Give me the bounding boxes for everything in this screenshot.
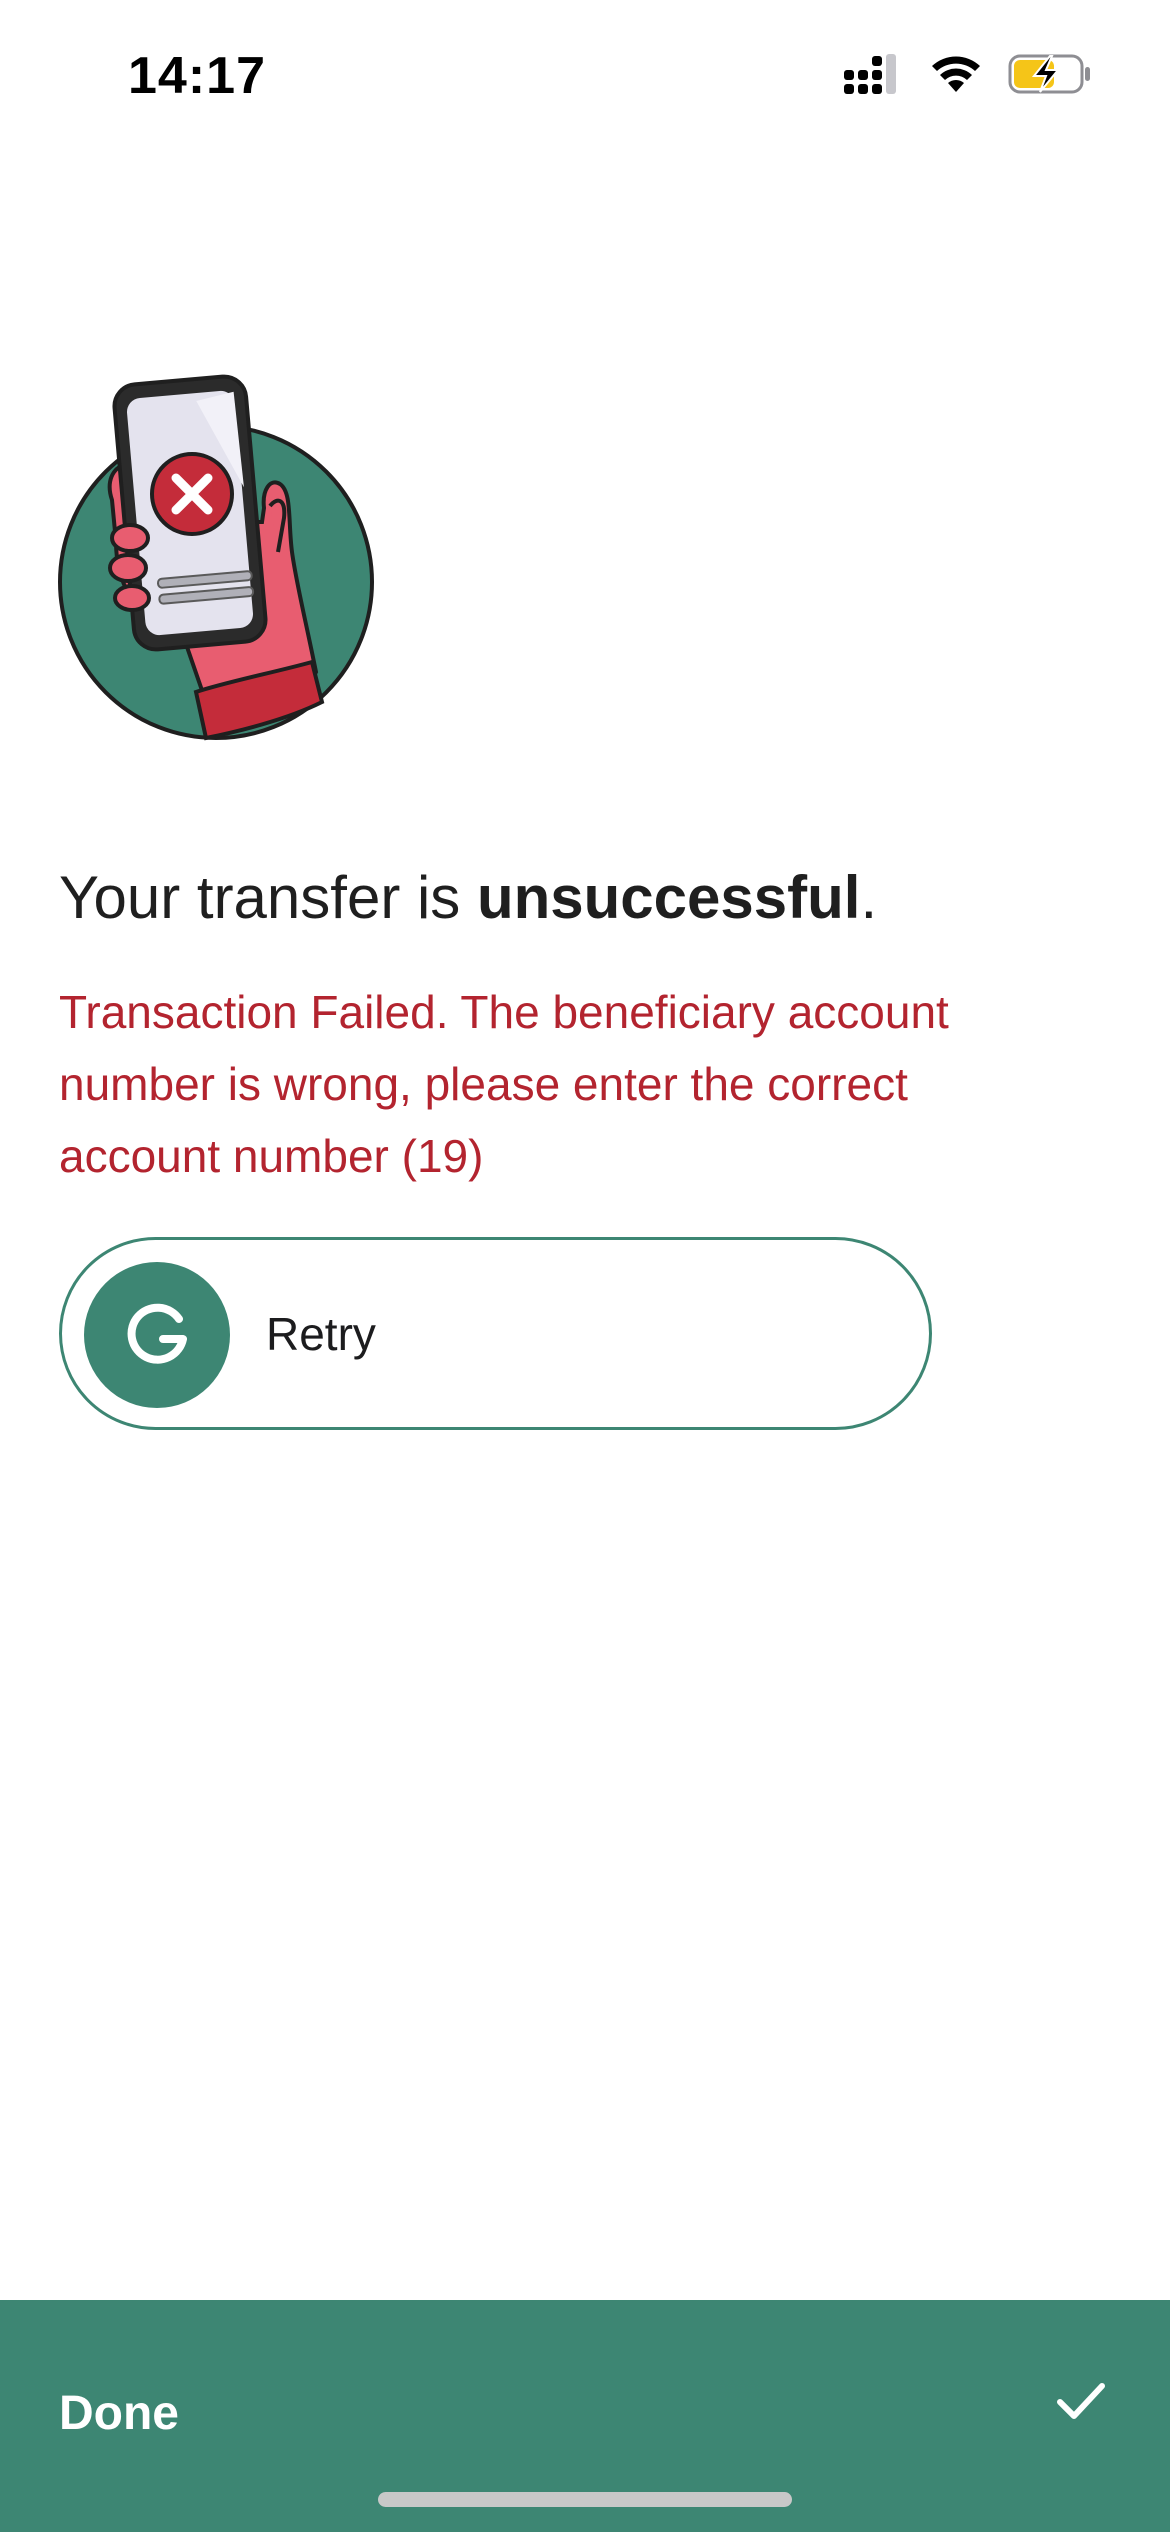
headline-suffix: . — [860, 864, 878, 931]
result-headline: Your transfer is unsuccessful. — [59, 862, 877, 934]
status-icons — [844, 52, 1092, 101]
retry-icon-circle — [84, 1262, 230, 1408]
cellular-signal-icon — [844, 54, 904, 99]
bottom-action-bar: Done — [0, 2300, 1170, 2532]
phone-failure-illustration — [56, 372, 378, 744]
battery-charging-icon — [1008, 52, 1092, 101]
wifi-icon — [930, 54, 982, 99]
error-message: Transaction Failed. The beneficiary acco… — [59, 986, 949, 1182]
retry-button[interactable]: Retry — [59, 1237, 932, 1430]
done-button[interactable]: Done — [59, 2386, 179, 2441]
home-indicator[interactable] — [378, 2492, 792, 2507]
headline-prefix: Your transfer is — [59, 864, 477, 931]
checkmark-icon[interactable] — [1056, 2382, 1106, 2427]
retry-icon — [119, 1295, 195, 1376]
status-time: 14:17 — [128, 47, 266, 105]
status-bar: 14:17 — [0, 0, 1170, 150]
headline-emphasis: unsuccessful — [476, 864, 861, 931]
retry-label: Retry — [266, 1308, 376, 1360]
